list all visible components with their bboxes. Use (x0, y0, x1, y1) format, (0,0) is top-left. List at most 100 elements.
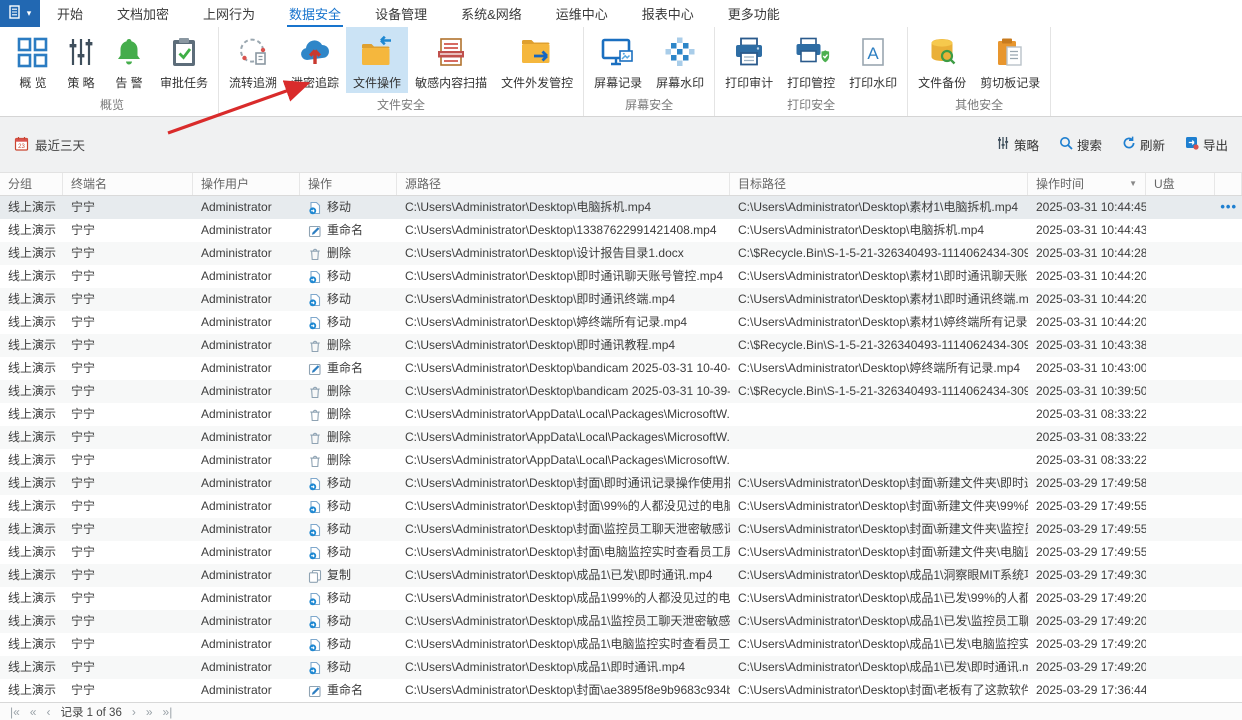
ribbon-toolbar: 概 览策 略告 警审批任务 概览 流转追溯 泄密追踪 文件操作 敏感内容扫描 文件外发管控文… (0, 27, 1242, 117)
table-row[interactable]: 线上演示 宁宁 Administrator 删除 C:\Users\Administra… (0, 426, 1242, 449)
page-prev-button[interactable]: ‹ (46, 706, 50, 718)
ribbon-button-leak-cloud[interactable]: 泄密追踪 (284, 27, 346, 93)
page-last-button[interactable]: »| (163, 706, 173, 718)
cell-group: 线上演示 (8, 430, 57, 444)
cell-src: C:\Users\Administrator\Desktop\封面\ae3895… (405, 683, 730, 697)
cell-terminal: 宁宁 (71, 591, 96, 605)
ribbon-button-scan-doc[interactable]: 敏感内容扫描 (408, 27, 494, 93)
sliders-button[interactable]: 策略 (996, 135, 1039, 154)
table-row[interactable]: 线上演示 宁宁 Administrator 删除 C:\Users\Administra… (0, 242, 1242, 265)
ribbon-button-print-control[interactable]: 打印管控 (780, 27, 842, 93)
menu-tab-2[interactable]: 文档加密 (100, 0, 186, 27)
table-row[interactable]: 线上演示 宁宁 Administrator 移动 C:\Users\Administra… (0, 196, 1242, 219)
menu-tab-5[interactable]: 设备管理 (358, 0, 444, 27)
table-row[interactable]: 线上演示 宁宁 Administrator 重命名 C:\Users\Administr… (0, 357, 1242, 380)
app-menu-button[interactable]: ▾ (0, 0, 40, 27)
cell-group: 线上演示 (8, 407, 57, 421)
table-row[interactable]: 线上演示 宁宁 Administrator 移动 C:\Users\Administra… (0, 656, 1242, 679)
column-header-终端名[interactable]: 终端名 (63, 173, 193, 195)
ribbon-button-label: 策 略 (67, 76, 95, 90)
cell-usb (1146, 426, 1215, 449)
svg-text:A: A (867, 44, 879, 63)
cell-src: C:\Users\Administrator\Desktop\bandicam … (405, 384, 730, 398)
ribbon-button-clipboard-record[interactable]: 剪切板记录 (973, 27, 1047, 93)
export-icon (1185, 136, 1199, 153)
cell-dst: C:\$Recycle.Bin\S-1-5-21-326340493-11140… (738, 384, 1028, 398)
column-header-源路径[interactable]: 源路径 (397, 173, 730, 195)
cell-dst (730, 403, 1028, 426)
table-row[interactable]: 线上演示 宁宁 Administrator 删除 C:\Users\Administra… (0, 449, 1242, 472)
column-header-U盘[interactable]: U盘 (1146, 173, 1215, 195)
cell-operation: 移动 (300, 265, 397, 288)
page-fast-prev-button[interactable]: « (30, 706, 37, 718)
refresh-button[interactable]: 刷新 (1122, 135, 1165, 154)
sort-descending-icon[interactable]: ▼ (1129, 173, 1137, 195)
table-row[interactable]: 线上演示 宁宁 Administrator 移动 C:\Users\Administra… (0, 472, 1242, 495)
ribbon-button-approval-clipboard[interactable]: 审批任务 (153, 27, 215, 93)
table-row[interactable]: 线上演示 宁宁 Administrator 重命名 C:\Users\Administr… (0, 679, 1242, 702)
ribbon-button-file-ops-folder[interactable]: 文件操作 (346, 27, 409, 93)
export-button[interactable]: 导出 (1185, 135, 1228, 154)
table-row[interactable]: 线上演示 宁宁 Administrator 移动 C:\Users\Administra… (0, 288, 1242, 311)
menu-tab-9[interactable]: 更多功能 (711, 0, 797, 27)
cell-dst: C:\Users\Administrator\Desktop\封面\新建文件夹\… (738, 522, 1028, 536)
table-row[interactable]: 线上演示 宁宁 Administrator 删除 C:\Users\Administra… (0, 403, 1242, 426)
table-row[interactable]: 线上演示 宁宁 Administrator 移动 C:\Users\Administra… (0, 518, 1242, 541)
cell-src: C:\Users\Administrator\Desktop\封面\即时通讯记录… (405, 476, 730, 490)
column-header-分组[interactable]: 分组 (0, 173, 63, 195)
page-fast-next-button[interactable]: » (146, 706, 153, 718)
column-header-操作[interactable]: 操作 (300, 173, 397, 195)
ribbon-button-overview-grid[interactable]: 概 览 (9, 27, 57, 93)
ribbon-button-alert-bell[interactable]: 告 警 (105, 27, 153, 93)
cell-spacer (1215, 656, 1242, 679)
table-row[interactable]: 线上演示 宁宁 Administrator 移动 C:\Users\Administra… (0, 633, 1242, 656)
cell-usb (1146, 242, 1215, 265)
menu-tab-8[interactable]: 报表中心 (625, 0, 711, 27)
op-move-icon (308, 477, 322, 491)
menu-tab-7[interactable]: 运维中心 (539, 0, 625, 27)
file-ops-folder-icon (358, 32, 396, 72)
ribbon-button-file-backup[interactable]: 文件备份 (911, 27, 973, 93)
ribbon-button-outgoing-folder[interactable]: 文件外发管控 (494, 27, 580, 93)
cell-dst (730, 426, 1028, 449)
table-row[interactable]: 线上演示 宁宁 Administrator 移动 C:\Users\Administra… (0, 311, 1242, 334)
table-row[interactable]: 线上演示 宁宁 Administrator 重命名 C:\Users\Administr… (0, 219, 1242, 242)
column-header-spacer[interactable] (1215, 173, 1242, 195)
table-row[interactable]: 线上演示 宁宁 Administrator 移动 C:\Users\Administra… (0, 265, 1242, 288)
table-row[interactable]: 线上演示 宁宁 Administrator 移动 C:\Users\Administra… (0, 610, 1242, 633)
menu-tab-3[interactable]: 上网行为 (186, 0, 272, 27)
cell-dst: C:\Users\Administrator\Desktop\电脑拆机.mp4 (738, 223, 985, 237)
ribbon-group-3: 屏幕记录 屏幕水印 屏幕安全 (584, 27, 716, 116)
cell-spacer (1215, 633, 1242, 656)
search-button[interactable]: 搜索 (1059, 135, 1102, 154)
table-row[interactable]: 线上演示 宁宁 Administrator 移动 C:\Users\Administra… (0, 541, 1242, 564)
file-backup-icon (925, 32, 959, 72)
op-move-icon (308, 316, 322, 330)
date-filter-button[interactable]: 23 最近三天 (14, 135, 85, 154)
table-row[interactable]: 线上演示 宁宁 Administrator 移动 C:\Users\Administra… (0, 495, 1242, 518)
table-row[interactable]: 线上演示 宁宁 Administrator 删除 C:\Users\Administra… (0, 380, 1242, 403)
menu-tab-4[interactable]: 数据安全 (272, 0, 358, 27)
menu-tab-6[interactable]: 系统&网络 (444, 0, 539, 27)
ribbon-button-print-audit[interactable]: 打印审计 (718, 27, 780, 93)
ribbon-button-print-watermark[interactable]: A 打印水印 (842, 27, 904, 93)
cell-user: Administrator (201, 246, 272, 260)
cell-spacer (1215, 587, 1242, 610)
cell-terminal: 宁宁 (71, 568, 96, 582)
table-row[interactable]: 线上演示 宁宁 Administrator 复制 C:\Users\Administra… (0, 564, 1242, 587)
table-row[interactable]: 线上演示 宁宁 Administrator 移动 C:\Users\Administra… (0, 587, 1242, 610)
page-next-button[interactable]: › (132, 706, 136, 718)
table-row[interactable]: 线上演示 宁宁 Administrator 删除 C:\Users\Administra… (0, 334, 1242, 357)
row-more-actions-button[interactable]: ••• (1220, 196, 1237, 219)
column-header-操作时间[interactable]: 操作时间 ▼ (1028, 173, 1146, 195)
menu-tab-1[interactable]: 开始 (40, 0, 100, 27)
cell-usb (1146, 587, 1215, 610)
ribbon-button-trace-cycle[interactable]: 流转追溯 (222, 27, 284, 93)
page-first-button[interactable]: |« (10, 706, 20, 718)
column-header-操作用户[interactable]: 操作用户 (193, 173, 300, 195)
cell-terminal: 宁宁 (71, 361, 96, 375)
column-header-目标路径[interactable]: 目标路径 (730, 173, 1028, 195)
ribbon-button-screen-watermark[interactable]: 屏幕水印 (649, 27, 711, 93)
ribbon-button-screen-record[interactable]: 屏幕记录 (587, 27, 649, 93)
ribbon-button-policy-sliders[interactable]: 策 略 (57, 27, 105, 93)
